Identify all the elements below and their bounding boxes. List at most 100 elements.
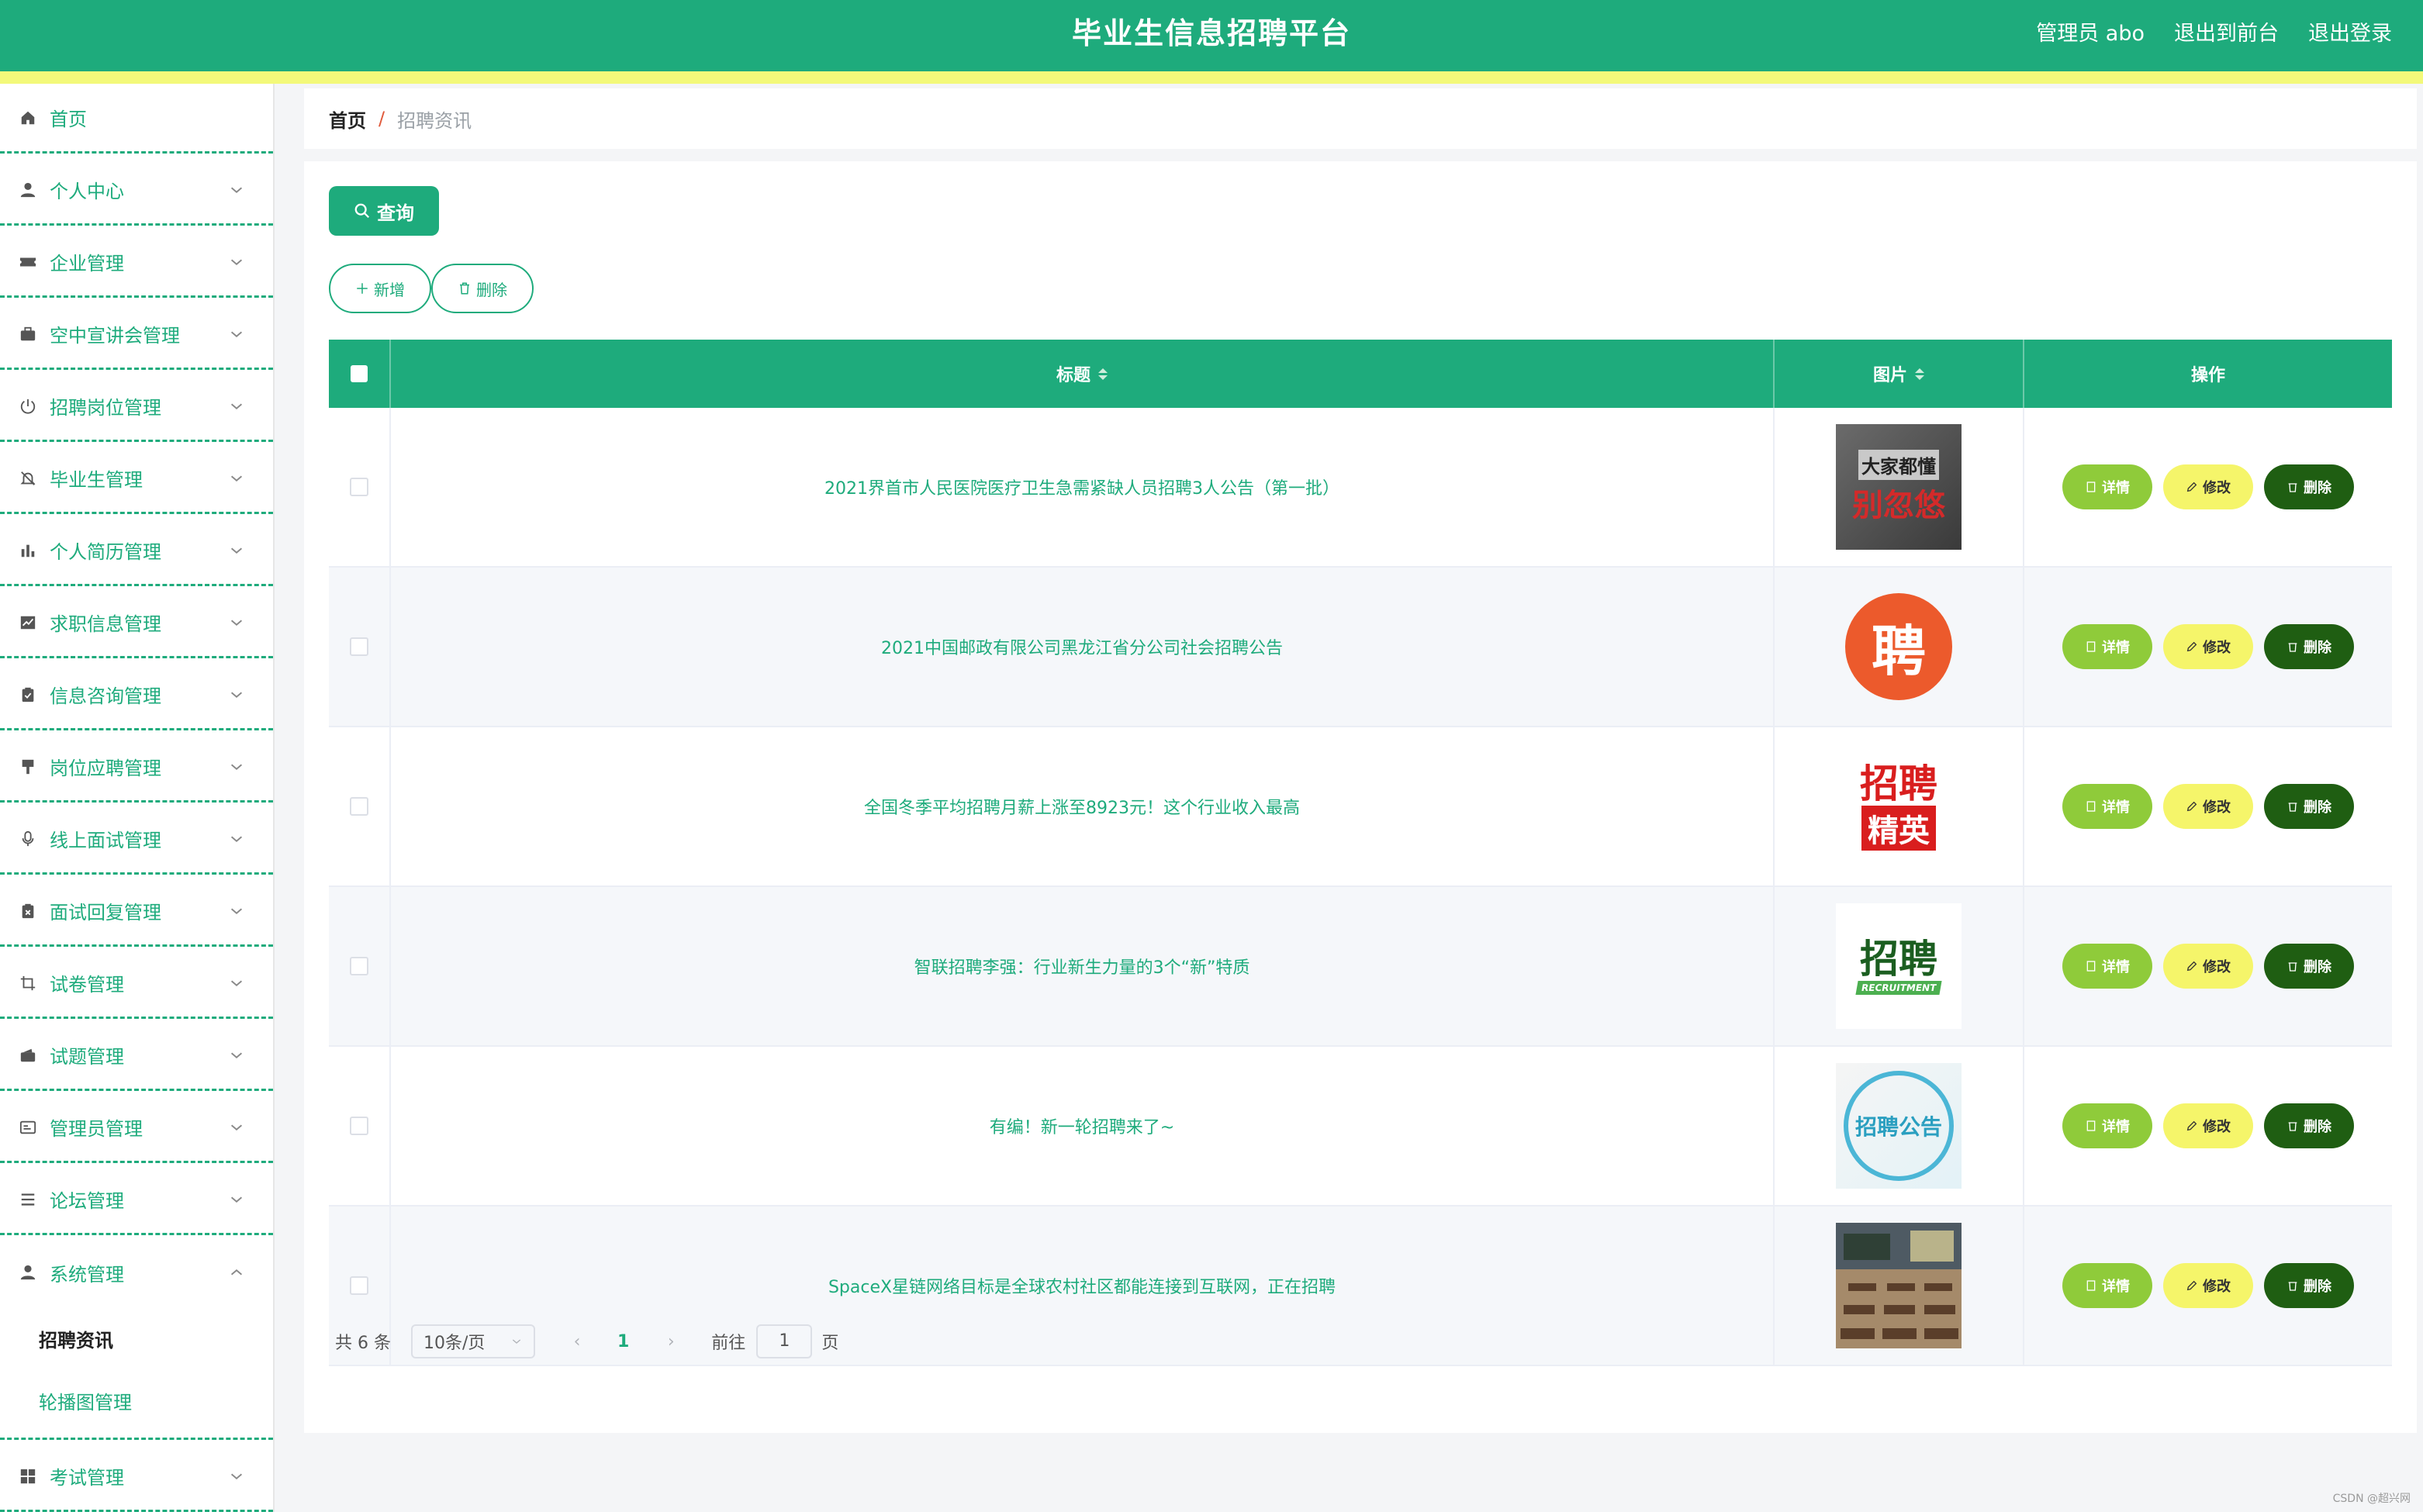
sidebar-item-interview-reply[interactable]: 面试回复管理 [0, 877, 273, 947]
row-checkbox[interactable] [350, 1276, 368, 1295]
select-all-checkbox[interactable] [351, 365, 368, 382]
prev-page-icon[interactable]: ‹ [568, 1332, 586, 1351]
sidebar-item-personal-center[interactable]: 个人中心 [0, 156, 273, 226]
sidebar-item-online-interview[interactable]: 线上面试管理 [0, 805, 273, 875]
thumb-text: 招聘公告 [1844, 1071, 1954, 1181]
pencil-icon [2186, 961, 2197, 972]
pencil-icon [2186, 641, 2197, 652]
breadcrumb-home[interactable]: 首页 [329, 105, 366, 133]
sidebar-item-admins[interactable]: 管理员管理 [0, 1093, 273, 1163]
logout-link[interactable]: 退出登录 [2308, 16, 2392, 47]
edit-button[interactable]: 修改 [2163, 1103, 2253, 1148]
actions-cell: 详情 修改 删除 [2024, 1047, 2392, 1205]
edit-button[interactable]: 修改 [2163, 624, 2253, 669]
classroom-icon [1836, 1223, 1962, 1348]
content-panel: 查询 新增 删除 标题 图片 操作 2021界首市人民医院医疗卫生急需紧缺人员招… [304, 161, 2417, 1433]
delete-button[interactable]: 删除 [2264, 464, 2354, 509]
table-header: 标题 图片 操作 [329, 340, 2392, 408]
sidebar-item-air-seminar[interactable]: 空中宣讲会管理 [0, 300, 273, 370]
sidebar-item-job-positions[interactable]: 招聘岗位管理 [0, 372, 273, 442]
delete-button[interactable]: 删除 [2264, 944, 2354, 989]
page-number[interactable]: 1 [617, 1332, 629, 1351]
delete-button[interactable]: 删除 [2264, 624, 2354, 669]
trash-icon [2288, 483, 2297, 492]
delete-label: 删除 [2304, 1279, 2331, 1295]
actions-cell: 详情 修改 删除 [2024, 408, 2392, 566]
sidebar-item-applications[interactable]: 岗位应聘管理 [0, 733, 273, 803]
row-checkbox[interactable] [350, 478, 368, 496]
detail-button[interactable]: 详情 [2062, 944, 2152, 989]
document-icon [2086, 482, 2096, 492]
sidebar-item-exam-papers[interactable]: 试卷管理 [0, 949, 273, 1019]
detail-button[interactable]: 详情 [2062, 784, 2152, 829]
row-select-cell [329, 727, 391, 885]
batch-delete-button[interactable]: 删除 [431, 264, 534, 313]
column-title-header[interactable]: 标题 [391, 340, 1775, 408]
row-title[interactable]: 智联招聘李强：行业新生力量的3个“新”特质 [914, 954, 1250, 979]
row-title[interactable]: 2021中国邮政有限公司黑龙江省分公司社会招聘公告 [881, 634, 1283, 659]
add-button[interactable]: 新增 [329, 264, 431, 313]
row-checkbox[interactable] [350, 797, 368, 816]
sidebar-item-graduates[interactable]: 毕业生管理 [0, 444, 273, 514]
sidebar-item-questions[interactable]: 试题管理 [0, 1021, 273, 1091]
orange-circle-icon: 聘 [1836, 584, 1962, 709]
column-image-header[interactable]: 图片 [1775, 340, 2024, 408]
sidebar-item-home[interactable]: 首页 [0, 84, 273, 154]
exit-to-front-link[interactable]: 退出到前台 [2174, 16, 2279, 47]
edit-button[interactable]: 修改 [2163, 1263, 2253, 1308]
trash-icon [460, 282, 469, 295]
detail-button[interactable]: 详情 [2062, 1263, 2152, 1308]
chevron-up-icon [230, 1269, 243, 1276]
total-count: 共 6 条 [335, 1334, 391, 1353]
delete-button[interactable]: 删除 [2264, 1263, 2354, 1308]
sort-icon[interactable] [1098, 368, 1108, 380]
page-size-select[interactable]: 10条/页 [410, 1324, 535, 1358]
add-button-label: 新增 [374, 280, 405, 299]
edit-button[interactable]: 修改 [2163, 464, 2253, 509]
row-checkbox[interactable] [350, 637, 368, 656]
goto-unit: 页 [821, 1334, 839, 1353]
next-page-icon[interactable]: › [662, 1332, 680, 1351]
sidebar-subitem-carousel[interactable]: 轮播图管理 [0, 1369, 273, 1431]
row-title[interactable]: SpaceX星链网络目标是全球农村社区都能连接到互联网，正在招聘 [828, 1273, 1336, 1298]
delete-button[interactable]: 删除 [2264, 1103, 2354, 1148]
chevron-down-icon [230, 980, 243, 986]
sort-icon[interactable] [1915, 368, 1924, 380]
sidebar-item-consulting[interactable]: 信息咨询管理 [0, 661, 273, 730]
detail-button[interactable]: 详情 [2062, 1103, 2152, 1148]
select-all-cell [329, 340, 391, 408]
sidebar-subitem-recruit-news[interactable]: 招聘资讯 [0, 1307, 273, 1369]
sidebar-item-label: 空中宣讲会管理 [50, 325, 180, 347]
delete-button[interactable]: 删除 [2264, 784, 2354, 829]
sidebar-item-forum[interactable]: 论坛管理 [0, 1165, 273, 1235]
row-title[interactable]: 全国冬季平均招聘月薪上涨至8923元！这个行业收入最高 [864, 794, 1300, 819]
table-row: 有编！新一轮招聘来了~ 招聘公告 详情 修改 删除 [329, 1047, 2392, 1206]
sidebar-item-system[interactable]: 系统管理 [0, 1238, 273, 1307]
watermark: CSDN @超兴网 [2332, 1493, 2411, 1505]
microphone-icon [19, 830, 37, 848]
thumb-text-bottom: 精英 [1861, 806, 1936, 851]
detail-button[interactable]: 详情 [2062, 464, 2152, 509]
thumb-text-top: 大家都懂 [1858, 449, 1939, 480]
row-title[interactable]: 2021界首市人民医院医疗卫生急需紧缺人员招聘3人公告（第一批） [824, 475, 1339, 499]
row-checkbox[interactable] [350, 1117, 368, 1135]
sidebar-item-label: 求职信息管理 [50, 613, 161, 635]
row-select-cell [329, 887, 391, 1045]
plus-icon [357, 283, 368, 294]
breadcrumb-current: 招聘资讯 [397, 109, 472, 132]
delete-label: 删除 [2304, 640, 2331, 656]
sidebar-item-exams[interactable]: 考试管理 [0, 1442, 273, 1512]
sidebar-item-resumes[interactable]: 个人简历管理 [0, 516, 273, 586]
edit-button[interactable]: 修改 [2163, 944, 2253, 989]
sidebar-item-label: 信息咨询管理 [50, 685, 161, 707]
sidebar-item-job-seeking[interactable]: 求职信息管理 [0, 589, 273, 658]
query-button[interactable]: 查询 [329, 186, 439, 236]
breadcrumb-separator: / [378, 108, 385, 129]
edit-button[interactable]: 修改 [2163, 784, 2253, 829]
image-cell: 招聘公告 [1775, 1047, 2024, 1205]
goto-page-input[interactable]: 1 [756, 1324, 813, 1358]
row-checkbox[interactable] [350, 957, 368, 975]
row-title[interactable]: 有编！新一轮招聘来了~ [990, 1113, 1174, 1138]
sidebar-item-company[interactable]: 企业管理 [0, 228, 273, 298]
detail-button[interactable]: 详情 [2062, 624, 2152, 669]
